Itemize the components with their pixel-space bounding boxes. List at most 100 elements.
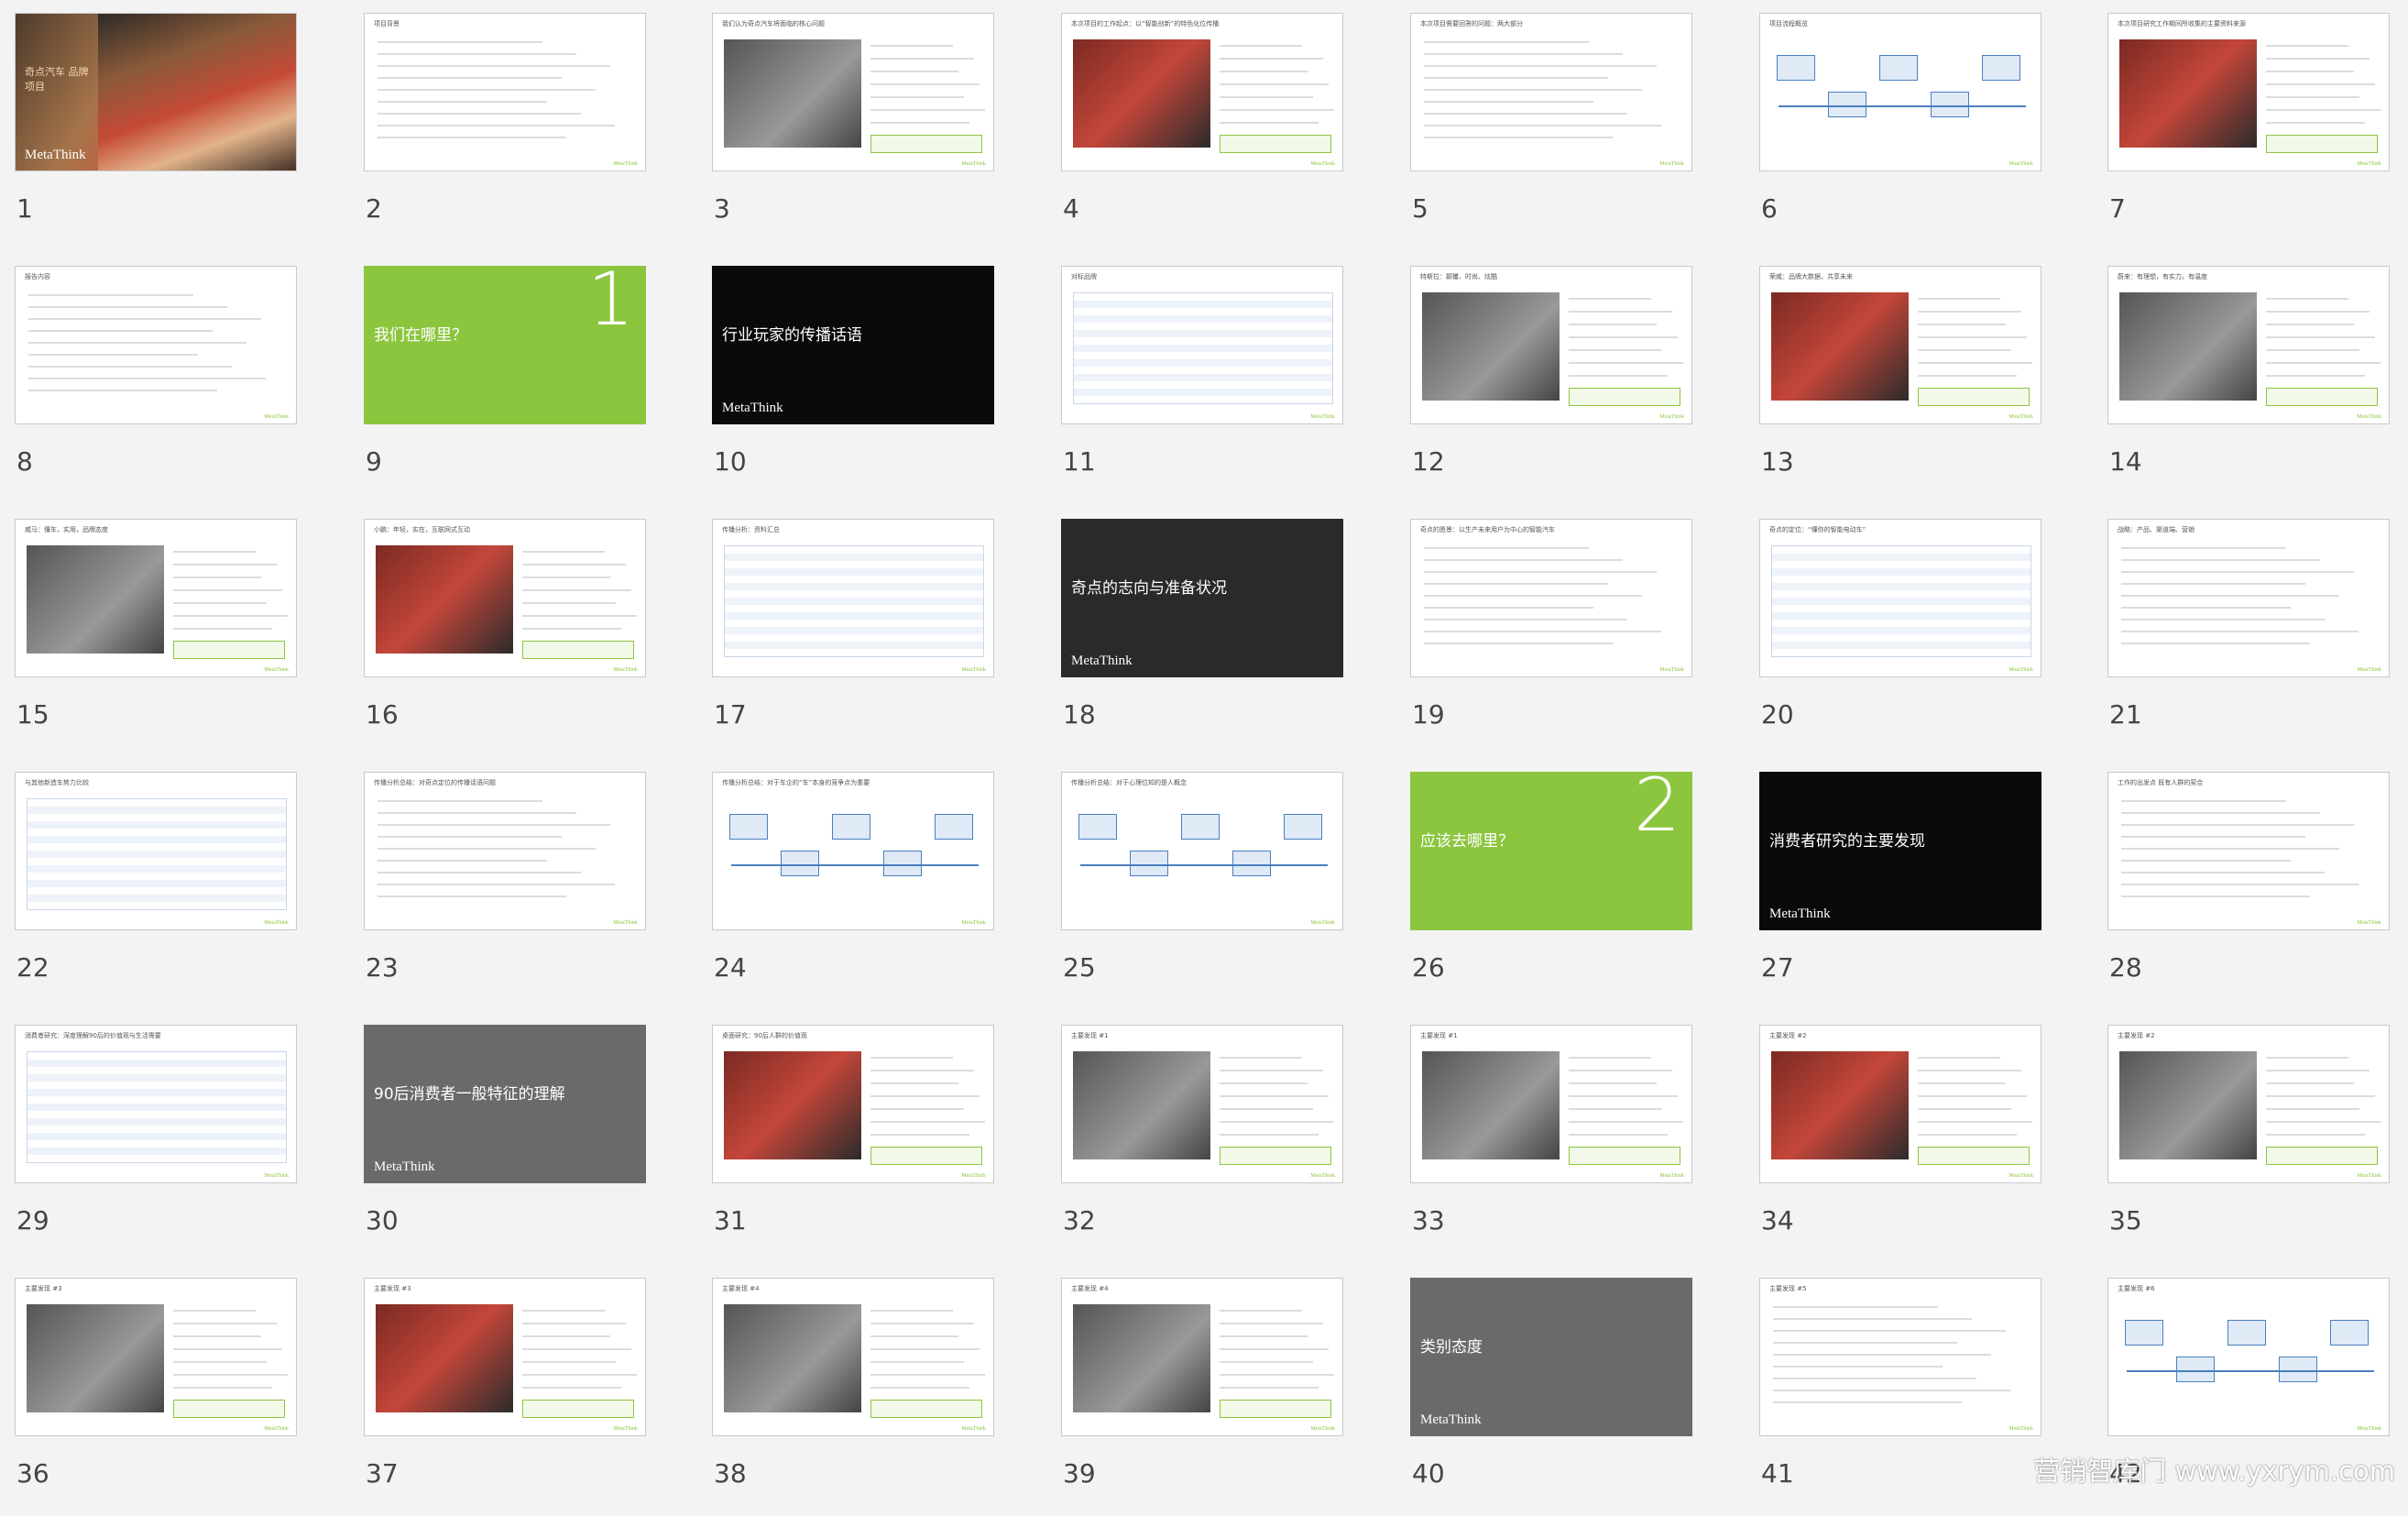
slide-thumbnail-25[interactable]: 传播分析总结：对于心理位知的是人概念 MetaThink 25 (1061, 772, 1345, 1010)
slide-thumbnail-14[interactable]: 蔚来：有理想，有实力，有温度 MetaThink 14 (2107, 266, 2392, 504)
slide-preview[interactable]: 项目背景 MetaThink (364, 13, 646, 171)
slide-title: 本次项目的工作起点：以“智能创新”的特色化位传播 (1071, 20, 1220, 27)
slide-preview[interactable]: 奇点的愿景：以生产未来用户为中心的智能汽车 MetaThink (1410, 519, 1692, 677)
text-line (2121, 872, 2325, 873)
slide-thumbnail-30[interactable]: 90后消费者一般特征的理解 MetaThink 30 (364, 1025, 648, 1263)
slide-thumbnail-12[interactable]: 特斯拉：颠覆、时尚、炫酷 MetaThink 12 (1410, 266, 1694, 504)
slide-preview[interactable]: 本次项目的工作起点：以“智能创新”的特色化位传播 MetaThink (1061, 13, 1343, 171)
slide-thumbnail-9[interactable]: 我们在哪里？ 1 9 (364, 266, 648, 504)
slide-preview[interactable]: 奇点汽车 品牌项目 MetaThink (15, 13, 297, 171)
slide-preview[interactable]: 传播分析：资料汇总 MetaThink (712, 519, 994, 677)
slide-preview[interactable]: 项目流程概览 MetaThink (1759, 13, 2041, 171)
slide-preview[interactable]: 主要发现 #2 MetaThink (2107, 1025, 2390, 1183)
slide-thumbnail-23[interactable]: 传播分析总结：对奇点定位的传播话语问题 MetaThink 23 (364, 772, 648, 1010)
slide-thumbnail-3[interactable]: 我们认为奇点汽车将面临的核心问题 MetaThink 3 (712, 13, 996, 251)
slide-preview[interactable]: 传播分析总结：对于车企的“车”本身的竞争点为重要 MetaThink (712, 772, 994, 930)
slide-thumbnail-18[interactable]: 奇点的志向与准备状况 MetaThink 18 (1061, 519, 1345, 757)
slide-preview[interactable]: 威马：懂车，实用，品牌态度 MetaThink (15, 519, 297, 677)
footer-brand: MetaThink (2008, 161, 2033, 167)
slide-preview[interactable]: 90后消费者一般特征的理解 MetaThink (364, 1025, 646, 1183)
slide-title: 主要发现 #4 (722, 1285, 760, 1292)
slide-preview[interactable]: 与其他新造车势力比较 MetaThink (15, 772, 297, 930)
footer-brand: MetaThink (961, 1426, 986, 1432)
slide-preview[interactable]: 主要发现 #1 MetaThink (1410, 1025, 1692, 1183)
brand-logo: MetaThink (25, 148, 86, 162)
slide-thumbnail-35[interactable]: 主要发现 #2 MetaThink 35 (2107, 1025, 2392, 1263)
slide-thumbnail-10[interactable]: 行业玩家的传播话语 MetaThink 10 (712, 266, 996, 504)
slide-thumbnail-22[interactable]: 与其他新造车势力比较 MetaThink 22 (15, 772, 299, 1010)
slide-preview[interactable]: 战略：产品、渠道端、营销 MetaThink (2107, 519, 2390, 677)
slide-preview[interactable]: 奇点的定位：“懂你的智能电动车” MetaThink (1759, 519, 2041, 677)
slide-thumbnail-7[interactable]: 本次项目研究工作期间所收集的主要资料来源 MetaThink 7 (2107, 13, 2392, 251)
slide-thumbnail-26[interactable]: 应该去哪里？ 2 26 (1410, 772, 1694, 1010)
slide-preview[interactable]: 我们在哪里？ 1 (364, 266, 646, 424)
slide-preview[interactable]: 主要发现 #3 MetaThink (15, 1278, 297, 1436)
slide-thumbnail-38[interactable]: 主要发现 #4 MetaThink 38 (712, 1278, 996, 1516)
picture (27, 545, 164, 654)
slide-preview[interactable]: 本次项目研究工作期间所收集的主要资料来源 MetaThink (2107, 13, 2390, 171)
slide-thumbnail-2[interactable]: 项目背景 MetaThink 2 (364, 13, 648, 251)
slide-preview[interactable]: 主要发现 #6 MetaThink (2107, 1278, 2390, 1436)
slide-preview[interactable]: 主要发现 #1 MetaThink (1061, 1025, 1343, 1183)
slide-thumbnail-40[interactable]: 类别态度 MetaThink 40 (1410, 1278, 1694, 1516)
slide-preview[interactable]: 消费者研究的主要发现 MetaThink (1759, 772, 2041, 930)
slide-thumbnail-15[interactable]: 威马：懂车，实用，品牌态度 MetaThink 15 (15, 519, 299, 757)
slide-preview[interactable]: 主要发现 #2 MetaThink (1759, 1025, 2041, 1183)
text-line (870, 71, 958, 72)
slide-thumbnail-8[interactable]: 报告内容 MetaThink 8 (15, 266, 299, 504)
slide-thumbnail-32[interactable]: 主要发现 #1 MetaThink 32 (1061, 1025, 1345, 1263)
slide-thumbnail-41[interactable]: 主要发现 #5 MetaThink 41 (1759, 1278, 2043, 1516)
slide-thumbnail-4[interactable]: 本次项目的工作起点：以“智能创新”的特色化位传播 MetaThink 4 (1061, 13, 1345, 251)
slide-preview[interactable]: 主要发现 #4 MetaThink (712, 1278, 994, 1436)
slide-preview[interactable]: 主要发现 #3 MetaThink (364, 1278, 646, 1436)
slide-thumbnail-39[interactable]: 主要发现 #4 MetaThink 39 (1061, 1278, 1345, 1516)
slide-thumbnail-27[interactable]: 消费者研究的主要发现 MetaThink 27 (1759, 772, 2043, 1010)
slide-preview[interactable]: 消费者研究：深度理解90后的价值观与生活需要 MetaThink (15, 1025, 297, 1183)
text-line (173, 1335, 261, 1337)
slide-thumbnail-13[interactable]: 荣威：品牌大数据，共享未来 MetaThink 13 (1759, 266, 2043, 504)
slide-preview[interactable]: 报告内容 MetaThink (15, 266, 297, 424)
slide-thumbnail-36[interactable]: 主要发现 #3 MetaThink 36 (15, 1278, 299, 1516)
slide-thumbnail-31[interactable]: 桌面研究：90后人群的价值观 MetaThink 31 (712, 1025, 996, 1263)
slide-thumbnail-6[interactable]: 项目流程概览 MetaThink 6 (1759, 13, 2043, 251)
text-line (2266, 349, 2359, 351)
text-line (173, 602, 267, 604)
slide-thumbnail-29[interactable]: 消费者研究：深度理解90后的价值观与生活需要 MetaThink 29 (15, 1025, 299, 1263)
slide-preview[interactable]: 主要发现 #5 MetaThink (1759, 1278, 2041, 1436)
slide-preview[interactable]: 小鹏：年轻，实在，互联网式互动 MetaThink (364, 519, 646, 677)
slide-thumbnail-11[interactable]: 对标品牌 MetaThink 11 (1061, 266, 1345, 504)
text-line (1918, 1057, 2000, 1059)
slide-thumbnail-21[interactable]: 战略：产品、渠道端、营销 MetaThink 21 (2107, 519, 2392, 757)
slide-thumbnail-5[interactable]: 本次项目需要回答的问题：两大部分 MetaThink 5 (1410, 13, 1694, 251)
slide-thumbnail-24[interactable]: 传播分析总结：对于车企的“车”本身的竞争点为重要 MetaThink 24 (712, 772, 996, 1010)
slide-preview[interactable]: 工作的出发点 既有人群的契合 MetaThink (2107, 772, 2390, 930)
slide-preview[interactable]: 我们认为奇点汽车将面临的核心问题 MetaThink (712, 13, 994, 171)
slide-thumbnail-34[interactable]: 主要发现 #2 MetaThink 34 (1759, 1025, 2043, 1263)
slide-thumbnail-16[interactable]: 小鹏：年轻，实在，互联网式互动 MetaThink 16 (364, 519, 648, 757)
slide-preview[interactable]: 类别态度 MetaThink (1410, 1278, 1692, 1436)
slide-preview[interactable]: 行业玩家的传播话语 MetaThink (712, 266, 994, 424)
highlight-box (1220, 1400, 1331, 1418)
slide-preview[interactable]: 主要发现 #4 MetaThink (1061, 1278, 1343, 1436)
slide-preview[interactable]: 奇点的志向与准备状况 MetaThink (1061, 519, 1343, 677)
slide-preview[interactable]: 特斯拉：颠覆、时尚、炫酷 MetaThink (1410, 266, 1692, 424)
slide-preview[interactable]: 传播分析总结：对于心理位知的是人概念 MetaThink (1061, 772, 1343, 930)
slide-thumbnail-1[interactable]: 奇点汽车 品牌项目 MetaThink 1 (15, 13, 299, 251)
slide-preview[interactable]: 应该去哪里？ 2 (1410, 772, 1692, 930)
slide-preview[interactable]: 荣威：品牌大数据，共享未来 MetaThink (1759, 266, 2041, 424)
slide-thumbnail-20[interactable]: 奇点的定位：“懂你的智能电动车” MetaThink 20 (1759, 519, 2043, 757)
slide-preview[interactable]: 本次项目需要回答的问题：两大部分 MetaThink (1410, 13, 1692, 171)
text-line (1220, 122, 1319, 124)
slide-number: 12 (1412, 446, 1445, 477)
slide-preview[interactable]: 蔚来：有理想，有实力，有温度 MetaThink (2107, 266, 2390, 424)
slide-thumbnail-33[interactable]: 主要发现 #1 MetaThink 33 (1410, 1025, 1694, 1263)
slide-thumbnail-19[interactable]: 奇点的愿景：以生产未来用户为中心的智能汽车 MetaThink 19 (1410, 519, 1694, 757)
slide-thumbnail-28[interactable]: 工作的出发点 既有人群的契合 MetaThink 28 (2107, 772, 2392, 1010)
slide-preview[interactable]: 传播分析总结：对奇点定位的传播话语问题 MetaThink (364, 772, 646, 930)
slide-preview[interactable]: 对标品牌 MetaThink (1061, 266, 1343, 424)
slide-preview[interactable]: 桌面研究：90后人群的价值观 MetaThink (712, 1025, 994, 1183)
slide-thumbnail-37[interactable]: 主要发现 #3 MetaThink 37 (364, 1278, 648, 1516)
highlight-box (1220, 135, 1331, 153)
text-line (2266, 336, 2375, 338)
slide-thumbnail-17[interactable]: 传播分析：资料汇总 MetaThink 17 (712, 519, 996, 757)
